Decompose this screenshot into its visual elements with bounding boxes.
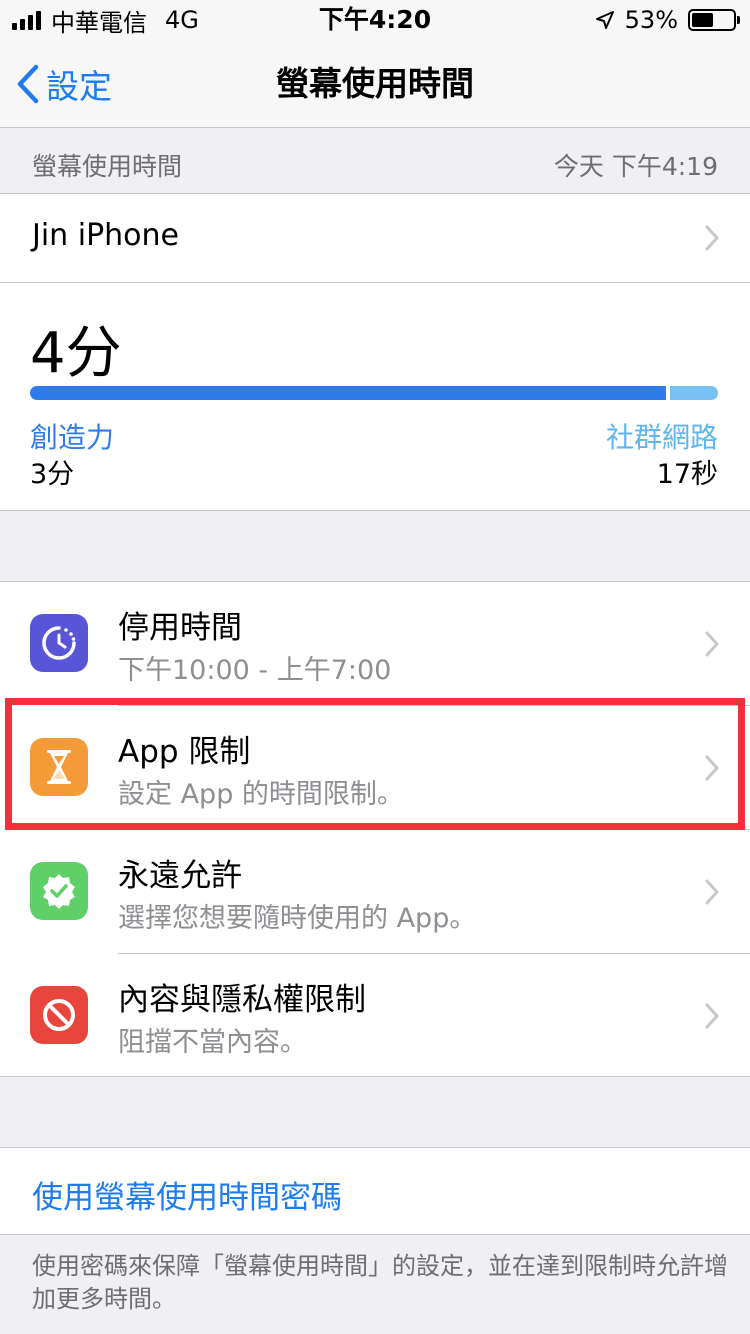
checkmark-badge-icon — [30, 862, 88, 920]
category-label-social: 社群網路 — [605, 421, 718, 454]
battery-icon — [688, 9, 740, 31]
list-item-content-privacy[interactable]: 內容與隱私權限制 阻擋不當內容。 — [0, 954, 750, 1078]
status-bar: 中華電信 4G 下午4:20 53% — [0, 0, 750, 40]
location-arrow-icon — [595, 11, 614, 29]
device-name: Jin iPhone — [32, 218, 179, 253]
list-item-title: 永遠允許 — [118, 858, 242, 894]
chevron-right-icon — [705, 631, 719, 657]
battery-percent: 53% — [624, 6, 678, 34]
list-item-title: App 限制 — [118, 734, 251, 770]
list-item-title: 內容與隱私權限制 — [118, 982, 366, 1018]
usage-summary-card: Jin iPhone 4分 創造力 3分 社群網路 17秒 — [0, 193, 750, 511]
status-right: 53% — [595, 0, 740, 40]
chevron-right-icon — [705, 225, 719, 251]
options-list: 停用時間 下午10:00 - 上午7:00 App 限制 設定 App 的時間限… — [0, 581, 750, 1077]
category-value-creativity: 3分 — [30, 459, 75, 490]
list-item-subtitle: 設定 App 的時間限制。 — [118, 779, 404, 810]
passcode-footer-text: 使用密碼來保障「螢幕使用時間」的設定，並在達到限制時允許增加更多時間。 — [32, 1252, 728, 1313]
usage-bar-social — [670, 386, 718, 400]
passcode-link[interactable]: 使用螢幕使用時間密碼 — [32, 1172, 342, 1217]
navigation-bar: 設定 螢幕使用時間 — [0, 40, 750, 128]
section-header-label: 螢幕使用時間 — [32, 152, 183, 181]
chevron-right-icon — [705, 879, 719, 905]
usage-bar-creativity — [30, 386, 666, 400]
list-item-app-limits[interactable]: App 限制 設定 App 的時間限制。 — [0, 706, 750, 830]
page-title: 螢幕使用時間 — [276, 64, 474, 103]
restriction-icon — [30, 986, 88, 1044]
hourglass-icon — [30, 738, 88, 796]
list-item-subtitle: 下午10:00 - 上午7:00 — [118, 655, 392, 686]
category-value-social: 17秒 — [656, 459, 718, 490]
section-header: 螢幕使用時間 今天 下午4:19 — [0, 129, 750, 193]
section-header-time: 今天 下午4:19 — [553, 152, 718, 181]
passcode-row[interactable]: 使用螢幕使用時間密碼 — [0, 1147, 750, 1235]
list-item-always-allowed[interactable]: 永遠允許 選擇您想要隨時使用的 App。 — [0, 830, 750, 954]
category-label-creativity: 創造力 — [30, 421, 115, 454]
device-row[interactable]: Jin iPhone — [0, 194, 750, 283]
list-item-subtitle: 選擇您想要隨時使用的 App。 — [118, 903, 477, 934]
downtime-icon — [30, 614, 88, 672]
chevron-right-icon — [705, 1003, 719, 1029]
list-item-subtitle: 阻擋不當內容。 — [118, 1027, 307, 1058]
chevron-right-icon — [705, 755, 719, 781]
list-item-downtime[interactable]: 停用時間 下午10:00 - 上午7:00 — [0, 582, 750, 706]
total-usage: 4分 — [30, 321, 122, 386]
list-item-title: 停用時間 — [118, 610, 242, 646]
